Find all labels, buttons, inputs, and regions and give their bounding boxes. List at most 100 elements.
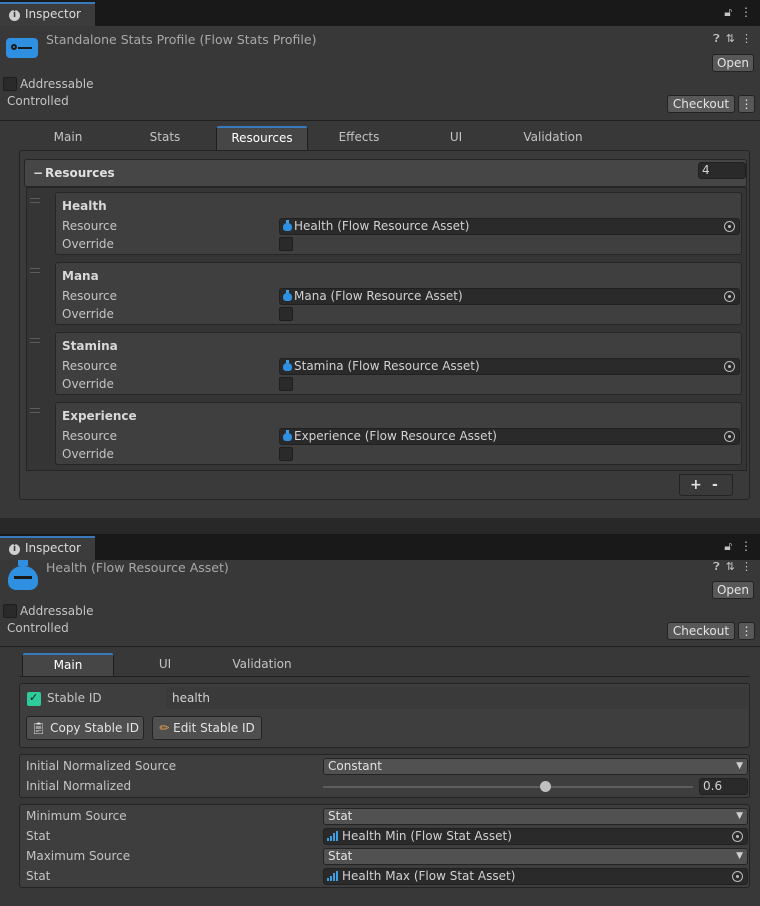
inspector-tabstrip: i Inspector 🔓︎ ⋮ — [0, 0, 760, 26]
initial-normalized-source-dropdown[interactable]: Constant ▼ — [323, 758, 748, 775]
flask-icon — [283, 290, 292, 301]
help-icon[interactable]: ❓︎ — [713, 32, 720, 45]
tab-ui[interactable]: UI — [124, 653, 206, 677]
inspector-tab-label: Inspector — [25, 7, 81, 21]
slider-track[interactable] — [323, 786, 693, 788]
resources-count-field[interactable]: 4 — [698, 162, 746, 179]
resource-name: Stamina — [62, 339, 118, 353]
stable-id-checkbox[interactable]: ✓ — [27, 691, 41, 706]
dropdown-value: Stat — [328, 849, 353, 863]
resource-asset-value: Mana (Flow Resource Asset) — [294, 289, 463, 303]
minimum-source-label: Minimum Source — [26, 809, 127, 823]
initial-normalized-field[interactable]: 0.6 — [699, 778, 748, 795]
addressable-label: Addressable — [20, 77, 94, 91]
inspector-tabstrip: i Inspector 🔓︎ ⋮ — [0, 534, 760, 560]
resource-asset-value: Experience (Flow Resource Asset) — [294, 429, 497, 443]
settings-sliders-icon[interactable]: ⇅ — [726, 32, 735, 45]
resource-asset-value: Stamina (Flow Resource Asset) — [294, 359, 480, 373]
initial-normalized-section: Initial Normalized Source Constant ▼ Ini… — [19, 754, 750, 798]
open-button[interactable]: Open — [712, 54, 754, 72]
inspector-tab[interactable]: i Inspector — [0, 2, 95, 26]
slider-handle[interactable] — [540, 781, 551, 792]
object-picker-icon[interactable] — [732, 831, 743, 842]
tab-validation[interactable]: Validation — [510, 126, 596, 150]
more-icon[interactable]: ⋮ — [741, 560, 752, 573]
object-picker-icon[interactable] — [724, 221, 735, 232]
copy-stable-id-button[interactable]: 📋︎ Copy Stable ID — [26, 716, 144, 740]
addressable-checkbox[interactable] — [3, 604, 17, 618]
checkout-button[interactable]: Checkout — [667, 95, 735, 113]
remove-button[interactable]: - — [712, 477, 718, 493]
resource-name: Health — [62, 199, 107, 213]
object-picker-icon[interactable] — [724, 431, 735, 442]
section-tabs: Main UI Validation — [20, 653, 340, 677]
stable-id-field[interactable]: health — [166, 687, 748, 709]
maximum-stat-field[interactable]: Health Max (Flow Stat Asset) — [323, 868, 748, 885]
lock-icon[interactable]: 🔓︎ — [724, 5, 732, 19]
resource-object-field[interactable]: Stamina (Flow Resource Asset) — [279, 358, 740, 375]
object-picker-icon[interactable] — [732, 871, 743, 882]
inspector-panel: Standalone Stats Profile (Flow Stats Pro… — [0, 26, 760, 518]
menu-icon[interactable]: ⋮ — [740, 539, 752, 553]
tab-ui[interactable]: UI — [416, 126, 496, 150]
object-picker-icon[interactable] — [724, 361, 735, 372]
override-checkbox[interactable] — [279, 447, 293, 461]
resource-item: Experience Resource Experience (Flow Res… — [55, 402, 742, 465]
check-icon: ✓ — [29, 691, 39, 704]
settings-sliders-icon[interactable]: ⇅ — [726, 560, 735, 573]
tab-main[interactable]: Main — [28, 126, 108, 150]
tab-stats[interactable]: Stats — [124, 126, 206, 150]
tab-validation[interactable]: Validation — [216, 653, 308, 677]
object-picker-icon[interactable] — [724, 291, 735, 302]
resource-field-label: Resource — [62, 289, 118, 303]
checkout-more-button[interactable]: ⋮ — [738, 95, 755, 113]
asset-title: Standalone Stats Profile (Flow Stats Pro… — [46, 32, 317, 47]
initial-normalized-source-label: Initial Normalized Source — [26, 759, 177, 773]
override-checkbox[interactable] — [279, 307, 293, 321]
menu-icon[interactable]: ⋮ — [740, 5, 752, 19]
resource-object-field[interactable]: Experience (Flow Resource Asset) — [279, 428, 740, 445]
add-button[interactable]: + — [690, 477, 702, 493]
tab-resources[interactable]: Resources — [216, 126, 308, 150]
tab-effects[interactable]: Effects — [318, 126, 400, 150]
stat-bars-icon — [327, 871, 339, 881]
drag-handle[interactable] — [30, 198, 40, 203]
inspector-tab[interactable]: i Inspector — [0, 536, 95, 560]
resource-object-field[interactable]: Mana (Flow Resource Asset) — [279, 288, 740, 305]
resource-asset-value: Health (Flow Resource Asset) — [294, 219, 470, 233]
maximum-source-label: Maximum Source — [26, 849, 131, 863]
maximum-stat-label: Stat — [26, 869, 51, 883]
resource-object-field[interactable]: Health (Flow Resource Asset) — [279, 218, 740, 235]
override-label: Override — [62, 447, 114, 461]
help-icon[interactable]: ❓︎ — [713, 560, 720, 573]
override-checkbox[interactable] — [279, 237, 293, 251]
edit-stable-id-button[interactable]: ✏︎ Edit Stable ID — [152, 716, 262, 740]
tab-main[interactable]: Main — [22, 653, 114, 677]
collapse-icon[interactable]: − — [33, 166, 43, 180]
window-controls: 🔓︎ ⋮ — [716, 5, 752, 20]
min-max-section: Minimum Source Stat ▼ Stat Health Min (F… — [19, 804, 750, 888]
minimum-stat-field[interactable]: Health Min (Flow Stat Asset) — [323, 828, 748, 845]
minimum-source-dropdown[interactable]: Stat ▼ — [323, 808, 748, 825]
resource-field-label: Resource — [62, 359, 118, 373]
drag-handle[interactable] — [30, 338, 40, 343]
maximum-source-dropdown[interactable]: Stat ▼ — [323, 848, 748, 865]
resource-item: Mana Resource Mana (Flow Resource Asset)… — [55, 262, 742, 325]
drag-handle[interactable] — [30, 268, 40, 273]
checkout-more-button[interactable]: ⋮ — [738, 622, 755, 640]
resource-name: Mana — [62, 269, 99, 283]
window-controls: 🔓︎ ⋮ — [716, 539, 752, 554]
drag-handle[interactable] — [30, 408, 40, 413]
addressable-checkbox[interactable] — [3, 77, 17, 91]
pencil-icon: ✏︎ — [159, 721, 170, 735]
resources-foldout-header[interactable]: − Resources 4 — [24, 159, 747, 187]
checkout-button[interactable]: Checkout — [667, 622, 735, 640]
stable-id-section: ✓ Stable ID health 📋︎ Copy Stable ID ✏︎ … — [19, 683, 750, 748]
override-checkbox[interactable] — [279, 377, 293, 391]
header-icons: ❓︎ ⇅ ⋮ — [707, 32, 752, 46]
more-icon[interactable]: ⋮ — [741, 32, 752, 45]
separator — [0, 120, 760, 121]
list-footer: + - — [679, 474, 733, 496]
lock-icon[interactable]: 🔓︎ — [724, 539, 732, 553]
open-button[interactable]: Open — [712, 581, 754, 599]
